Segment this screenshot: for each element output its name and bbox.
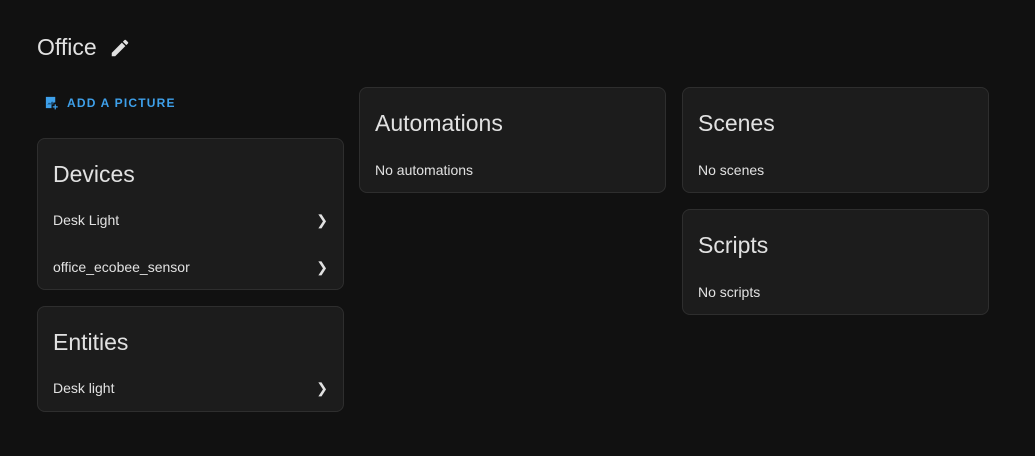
device-item[interactable]: office_ecobee_sensor ❯ <box>53 252 328 282</box>
entity-item[interactable]: Desk light ❯ <box>53 373 328 403</box>
scenes-title: Scenes <box>698 110 775 136</box>
add-picture-label: ADD A PICTURE <box>67 95 176 110</box>
area-name: Office <box>37 34 97 60</box>
automations-card: Automations No automations <box>359 87 666 193</box>
devices-title: Devices <box>53 161 135 187</box>
devices-card: Devices Desk Light ❯ office_ecobee_sensor… <box>37 138 344 290</box>
page-title: Office <box>37 34 131 61</box>
device-item[interactable]: Desk Light ❯ <box>53 205 328 235</box>
entity-label: Desk light <box>53 380 115 396</box>
chevron-right-icon: ❯ <box>316 379 328 396</box>
entities-card: Entities Desk light ❯ <box>37 306 344 412</box>
scripts-empty: No scripts <box>698 284 761 300</box>
add-picture-button[interactable]: ADD A PICTURE <box>44 95 176 110</box>
pencil-icon[interactable] <box>109 37 131 59</box>
scenes-card: Scenes No scenes <box>682 87 989 193</box>
device-label: Desk Light <box>53 212 120 228</box>
scenes-empty: No scenes <box>698 162 765 178</box>
image-plus-icon <box>45 96 58 110</box>
entities-title: Entities <box>53 329 129 355</box>
scripts-title: Scripts <box>698 232 769 258</box>
chevron-right-icon: ❯ <box>316 211 328 228</box>
automations-empty: No automations <box>375 162 474 178</box>
automations-title: Automations <box>375 110 503 136</box>
scripts-card: Scripts No scripts <box>682 209 989 315</box>
device-label: office_ecobee_sensor <box>53 259 190 275</box>
chevron-right-icon: ❯ <box>316 258 328 275</box>
